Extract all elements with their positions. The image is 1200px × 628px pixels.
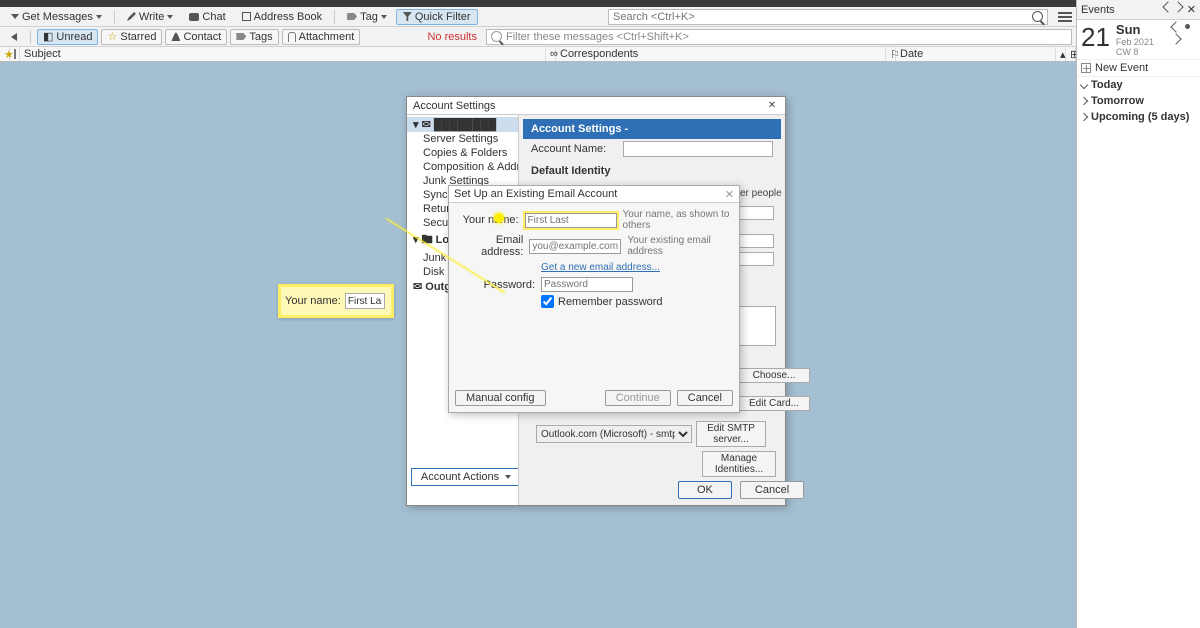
- window-titlebar: [0, 0, 1076, 7]
- account-actions-button[interactable]: Account Actions: [411, 468, 519, 486]
- your-name-input[interactable]: [525, 213, 617, 228]
- book-icon: [242, 12, 251, 21]
- filter-starred[interactable]: ☆Starred: [101, 29, 162, 45]
- no-results-label: No results: [427, 31, 483, 43]
- your-name-hint: Your name, as shown to others: [623, 209, 731, 231]
- person-icon: [171, 32, 180, 41]
- dialog-title: Account Settings: [413, 100, 496, 112]
- plus-icon: [1081, 63, 1091, 73]
- search-icon: [1032, 11, 1043, 22]
- events-upcoming[interactable]: Upcoming (5 days): [1077, 109, 1200, 125]
- paperclip-icon: [288, 32, 296, 42]
- callout-input: [345, 293, 385, 309]
- filter-unread[interactable]: ◧Unread: [37, 29, 98, 45]
- cancel-button-2[interactable]: Cancel: [677, 390, 733, 406]
- tree-server[interactable]: Server Settings: [407, 132, 518, 146]
- date-today[interactable]: [1185, 24, 1190, 29]
- new-event-button[interactable]: New Event: [1077, 60, 1200, 77]
- global-search[interactable]: [608, 9, 1048, 25]
- arrow-left-icon: [11, 33, 17, 41]
- smtp-select[interactable]: Outlook.com (Microsoft) - smtp.office365…: [536, 425, 692, 443]
- account-name-input[interactable]: [623, 141, 773, 157]
- chat-icon: [189, 13, 199, 21]
- write-button[interactable]: Write: [120, 9, 180, 25]
- col-date[interactable]: Date: [896, 47, 1056, 61]
- cancel-button[interactable]: Cancel: [740, 481, 804, 499]
- chevron-down-icon: [96, 15, 102, 19]
- remember-password-checkbox[interactable]: [541, 295, 554, 308]
- edit-card-button[interactable]: Edit Card...: [738, 396, 810, 411]
- events-panel: Events ✕ 21 Sun Feb 2021 CW 8 New Event: [1076, 0, 1200, 628]
- filter-attachment[interactable]: Attachment: [282, 29, 361, 45]
- tree-composition[interactable]: Composition & Addressing: [407, 160, 518, 174]
- annotation-dot: [494, 213, 504, 223]
- events-today[interactable]: Today: [1077, 77, 1200, 93]
- annotation-callout: Your name:: [278, 284, 394, 318]
- tag-button[interactable]: Tag: [340, 9, 394, 25]
- setup-email-dialog: Set Up an Existing Email Account ✕ Your …: [448, 185, 740, 413]
- settings-banner: Account Settings -: [523, 119, 781, 139]
- tree-copies[interactable]: Copies & Folders: [407, 146, 518, 160]
- tag-icon: [236, 33, 246, 40]
- events-next[interactable]: [1172, 1, 1183, 12]
- edit-smtp-button[interactable]: Edit SMTP server...: [696, 421, 766, 447]
- address-book-button[interactable]: Address Book: [235, 9, 329, 25]
- filter-contact[interactable]: Contact: [165, 29, 227, 45]
- col-subject[interactable]: Subject: [20, 47, 546, 61]
- events-title: Events: [1081, 4, 1115, 16]
- tag-icon: [347, 13, 357, 20]
- close-icon[interactable]: ✕: [725, 188, 734, 201]
- email-hint: Your existing email address: [627, 235, 731, 257]
- paperclip-icon: [14, 49, 16, 59]
- password-input[interactable]: [541, 277, 633, 292]
- col-correspondents[interactable]: Correspondents: [556, 47, 886, 61]
- text-fragment: er people: [740, 188, 782, 199]
- events-date: 21 Sun Feb 2021 CW 8: [1077, 20, 1200, 60]
- filter-messages[interactable]: Filter these messages <Ctrl+Shift+K>: [486, 29, 1072, 45]
- pencil-icon: [127, 12, 136, 21]
- chat-button[interactable]: Chat: [182, 9, 232, 25]
- close-icon[interactable]: [765, 99, 779, 113]
- ok-button[interactable]: OK: [678, 481, 732, 499]
- search-icon: [491, 31, 502, 42]
- tree-account-root[interactable]: ▾ ✉ ████████: [407, 117, 518, 132]
- get-messages-button[interactable]: Get Messages: [4, 9, 109, 25]
- manage-identities-button[interactable]: Manage Identities...: [702, 451, 776, 477]
- download-icon: [11, 14, 19, 19]
- chevron-down-icon: [167, 15, 173, 19]
- search-input[interactable]: [613, 11, 1032, 23]
- funnel-icon: [403, 12, 412, 21]
- events-tomorrow[interactable]: Tomorrow: [1077, 93, 1200, 109]
- account-name-label: Account Name:: [531, 143, 617, 155]
- callout-label: Your name:: [285, 295, 341, 307]
- email-input[interactable]: [529, 239, 621, 254]
- date-next[interactable]: [1170, 33, 1181, 44]
- message-list-header: ★ Subject ∞ Correspondents ⚐ Date ▴ ⊞: [0, 47, 1076, 62]
- choose-button[interactable]: Choose...: [738, 368, 810, 383]
- your-name-label: Your name:: [457, 214, 519, 226]
- dialog2-title: Set Up an Existing Email Account: [454, 188, 617, 200]
- chevron-down-icon: [381, 15, 387, 19]
- back-button[interactable]: [4, 31, 24, 43]
- remember-password-label: Remember password: [558, 296, 663, 308]
- password-label: Password:: [457, 279, 535, 291]
- filter-tags[interactable]: Tags: [230, 29, 278, 45]
- quick-filter-bar: ◧Unread ☆Starred Contact Tags Attachment…: [0, 27, 1076, 47]
- date-prev[interactable]: [1170, 21, 1181, 32]
- default-identity-heading: Default Identity: [523, 159, 781, 183]
- email-label: Email address:: [457, 234, 523, 258]
- get-new-email-link[interactable]: Get a new email address...: [541, 262, 660, 273]
- manual-config-button[interactable]: Manual config: [455, 390, 546, 406]
- events-close[interactable]: ✕: [1187, 3, 1196, 16]
- main-toolbar: Get Messages Write Chat Address Book Tag…: [0, 7, 1076, 27]
- quick-filter-button[interactable]: Quick Filter: [396, 9, 478, 25]
- app-menu-button[interactable]: [1058, 12, 1072, 22]
- continue-button[interactable]: Continue: [605, 390, 671, 406]
